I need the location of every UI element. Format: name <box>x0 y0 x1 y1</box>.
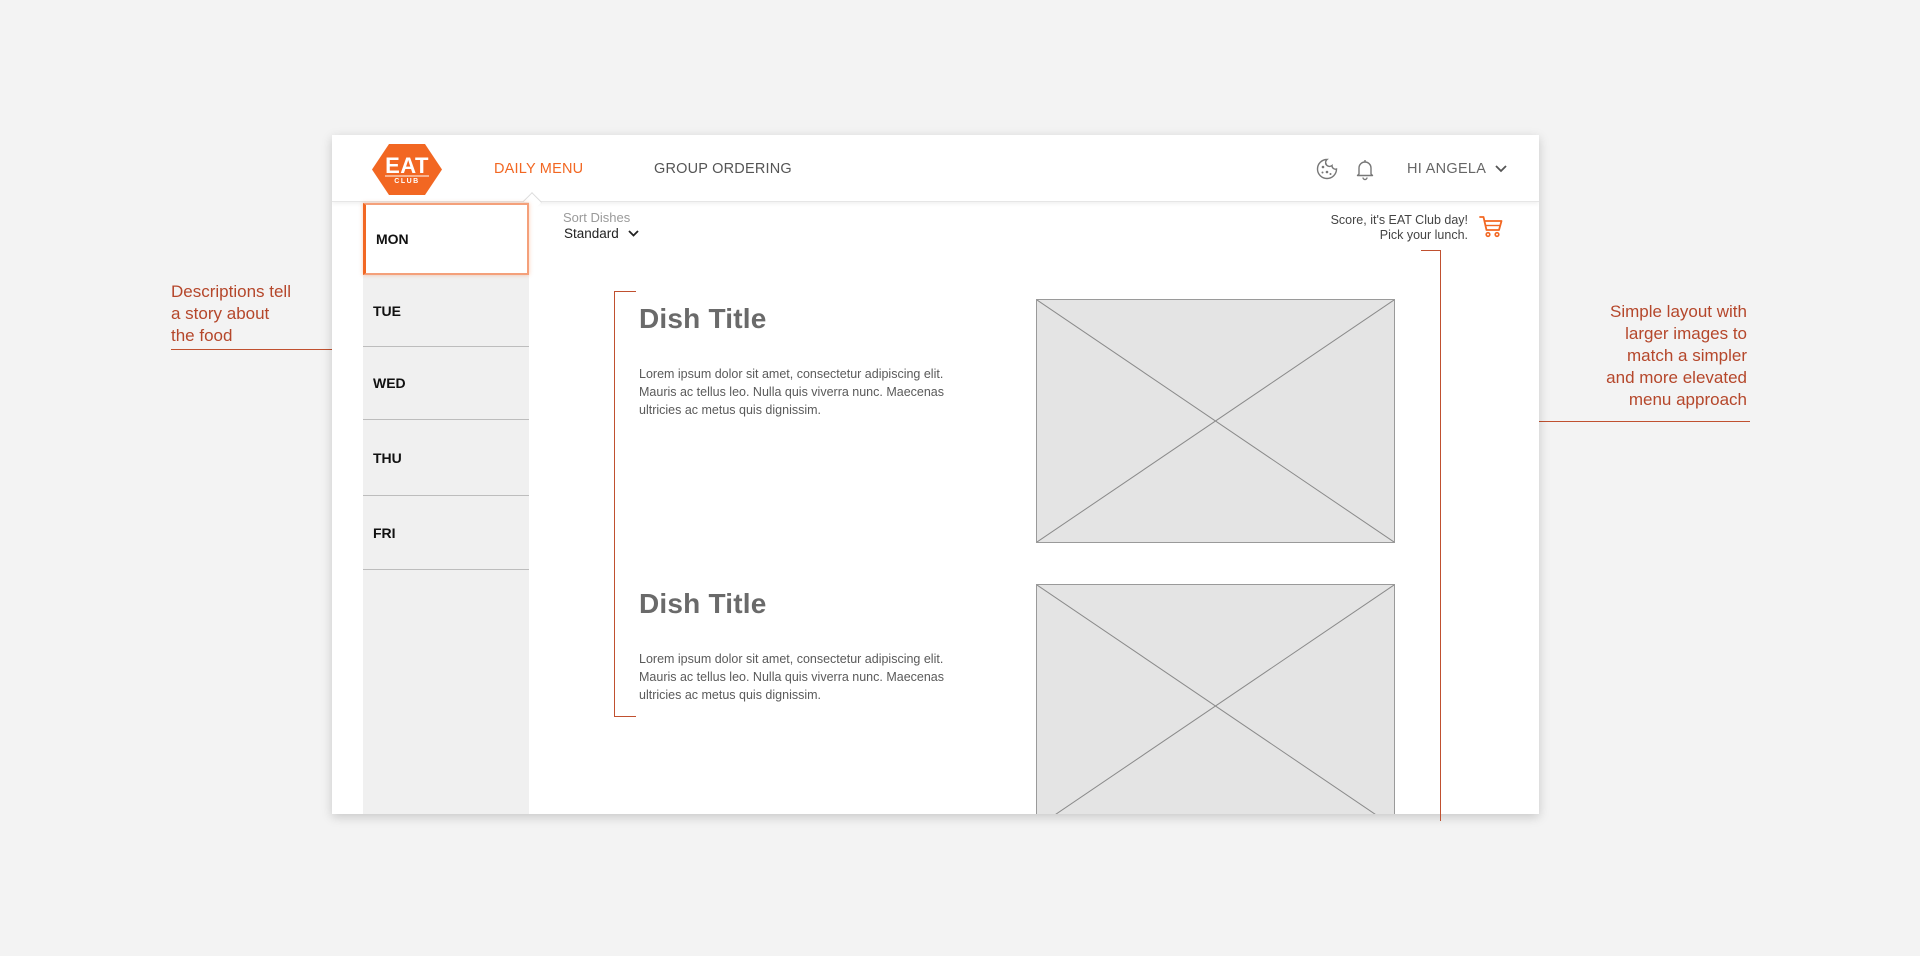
promo-line: Score, it's EAT Club day! <box>1330 213 1468 227</box>
annotation-line: Simple layout with <box>1609 302 1747 321</box>
annotation-layout: Simple layout with larger images to matc… <box>1577 301 1747 411</box>
day-sidebar: MON TUE WED THU FRI <box>363 202 529 814</box>
dish-image-placeholder[interactable] <box>1036 584 1395 814</box>
nav-daily-menu[interactable]: DAILY MENU <box>494 161 583 177</box>
logo-text: EAT <box>385 153 429 178</box>
day-label: MON <box>376 231 409 247</box>
cookie-icon[interactable] <box>1315 157 1339 181</box>
annotation-line: larger images to <box>1625 324 1747 343</box>
day-tab-tue[interactable]: TUE <box>363 275 529 347</box>
bell-icon[interactable] <box>1353 157 1377 181</box>
chevron-down-icon <box>1495 165 1507 173</box>
annotation-line: menu approach <box>1628 390 1747 409</box>
annotation-line: a story about <box>171 304 270 323</box>
annotation-descriptions: Descriptions tell a story about the food <box>171 281 291 347</box>
app-window: EAT CLUB DAILY MENU GROUP ORDERING HI AN… <box>332 135 1539 814</box>
day-label: THU <box>373 449 402 466</box>
mockup-stage: Descriptions tell a story about the food… <box>0 0 1920 956</box>
day-label: WED <box>373 375 406 391</box>
day-tab-fri[interactable]: FRI <box>363 496 529 570</box>
user-greeting: HI ANGELA <box>1407 161 1487 177</box>
logo-subtext: CLUB <box>394 178 420 185</box>
day-label: FRI <box>373 524 396 541</box>
sort-dropdown[interactable]: Standard <box>564 226 640 241</box>
annotation-line: match a simpler <box>1627 346 1747 365</box>
annotation-line: and more elevated <box>1606 368 1747 387</box>
day-tab-wed[interactable]: WED <box>363 347 529 420</box>
top-navigation: EAT CLUB DAILY MENU GROUP ORDERING HI AN… <box>332 135 1539 202</box>
chevron-down-icon <box>628 230 639 237</box>
eat-club-logo[interactable]: EAT CLUB <box>371 143 443 196</box>
annotation-line: Descriptions tell <box>171 282 291 301</box>
annotation-bracket-left-bottom <box>614 716 636 717</box>
annotation-bracket-right-top <box>1421 250 1441 251</box>
cart-icon[interactable] <box>1478 213 1504 239</box>
dish-description: Lorem ipsum dolor sit amet, consectetur … <box>639 652 944 702</box>
day-label: TUE <box>373 302 401 319</box>
promo-line: Pick your lunch. <box>1379 228 1468 242</box>
sort-value: Standard <box>564 226 619 241</box>
annotation-bracket-right <box>1440 250 1441 821</box>
promo-message: Score, it's EAT Club day! Pick your lunc… <box>1331 213 1468 243</box>
day-tab-thu[interactable]: THU <box>363 420 529 496</box>
day-tab-mon[interactable]: MON <box>363 203 529 275</box>
annotation-bracket-left-top <box>614 291 636 292</box>
annotation-bracket-left <box>614 291 615 716</box>
nav-group-ordering[interactable]: GROUP ORDERING <box>654 161 792 177</box>
user-menu[interactable]: HI ANGELA <box>1407 159 1508 179</box>
sort-label: Sort Dishes <box>563 210 631 225</box>
dish-description: Lorem ipsum dolor sit amet, consectetur … <box>639 367 944 417</box>
annotation-line: the food <box>171 326 233 345</box>
dish-image-placeholder[interactable] <box>1036 299 1395 543</box>
